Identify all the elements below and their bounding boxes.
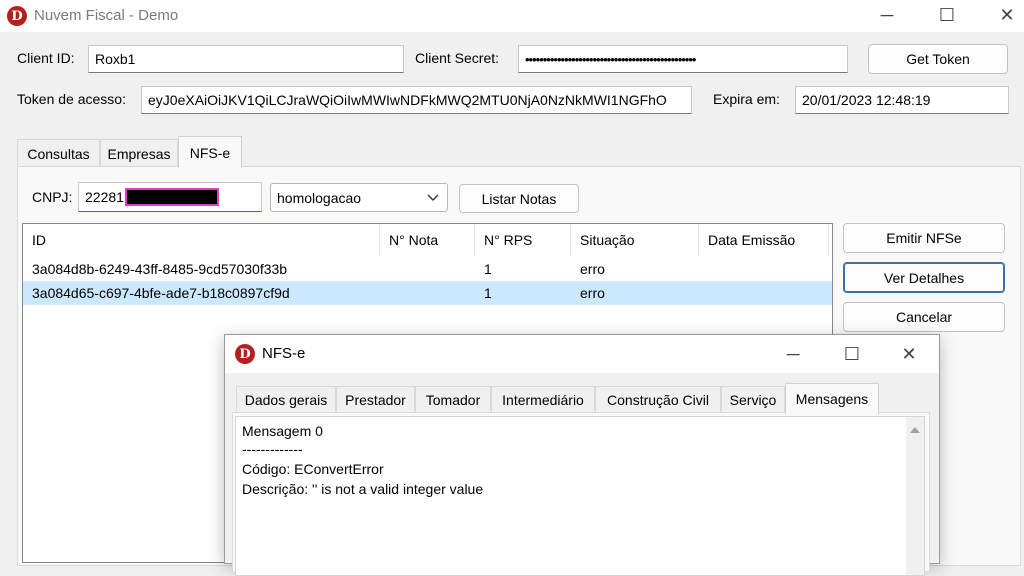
cancel-button[interactable]: Cancelar xyxy=(843,302,1005,332)
tab-construcao-civil[interactable]: Construção Civil xyxy=(595,386,721,413)
tab-tomador[interactable]: Tomador xyxy=(415,386,491,413)
table-row[interactable]: 3a084d8b-6249-43ff-8485-9cd57030f33b 1 e… xyxy=(23,257,832,281)
messages-memo[interactable]: Mensagem 0 ------------- Código: EConver… xyxy=(235,416,925,576)
cell-nota xyxy=(380,257,475,281)
list-notes-button[interactable]: Listar Notas xyxy=(459,184,579,213)
message-line: Código: EConvertError xyxy=(242,461,384,477)
column-header-situacao[interactable]: Situação xyxy=(571,224,699,256)
cell-situacao: erro xyxy=(580,285,605,301)
message-line: Descrição: '' is not a valid integer val… xyxy=(242,481,484,497)
tab-consultas[interactable]: Consultas xyxy=(17,139,100,167)
table-header: ID N° Nota N° RPS Situação Data Emissão xyxy=(23,224,832,256)
dialog-title: NFS-e xyxy=(262,345,306,362)
dialog-maximize-button[interactable]: ☐ xyxy=(829,339,875,369)
tab-mensagens[interactable]: Mensagens xyxy=(785,383,879,414)
cell-nota xyxy=(380,281,475,305)
client-secret-label: Client Secret: xyxy=(415,50,500,66)
tab-nfse[interactable]: NFS-e xyxy=(178,136,242,168)
cell-rps: 1 xyxy=(484,285,492,301)
tab-servico[interactable]: Serviço xyxy=(721,386,785,413)
client-secret-field[interactable]: ••••••••••••••••••••••••••••••••••••••••… xyxy=(518,45,848,73)
cnpj-label: CNPJ: xyxy=(32,189,73,205)
cell-data xyxy=(699,257,829,281)
token-label: Token de acesso: xyxy=(17,91,126,107)
tab-intermediario[interactable]: Intermediário xyxy=(491,386,595,413)
dialog-logo-icon: D xyxy=(235,344,255,364)
view-details-button[interactable]: Ver Detalhes xyxy=(843,262,1005,293)
tab-empresas[interactable]: Empresas xyxy=(100,139,178,167)
redacted-block xyxy=(124,188,219,206)
cnpj-value: 22281 xyxy=(85,189,124,205)
token-field[interactable]: eyJ0eXAiOiJKV1QiLCJraWQiOiIwMWIwNDFkMWQ2… xyxy=(141,86,692,114)
vertical-scrollbar[interactable] xyxy=(906,417,924,575)
column-header-rps[interactable]: N° RPS xyxy=(475,224,571,256)
get-token-button[interactable]: Get Token xyxy=(868,44,1008,74)
cnpj-field[interactable]: 22281 xyxy=(78,182,262,212)
app-logo-icon: D xyxy=(7,6,27,26)
nfse-dialog: D NFS-e ─ ☐ ✕ Dados gerais Prestador Tom… xyxy=(224,334,940,576)
close-button[interactable]: ✕ xyxy=(984,0,1024,30)
dialog-close-button[interactable]: ✕ xyxy=(886,339,932,369)
client-id-label: Client ID: xyxy=(17,50,75,66)
column-header-id[interactable]: ID xyxy=(23,224,380,256)
cell-id: 3a084d8b-6249-43ff-8485-9cd57030f33b xyxy=(32,261,288,277)
message-line: ------------- xyxy=(242,441,303,457)
tab-prestador[interactable]: Prestador xyxy=(336,386,415,413)
maximize-button[interactable]: ☐ xyxy=(924,0,970,30)
window-title: Nuvem Fiscal - Demo xyxy=(34,7,179,24)
emit-nfse-button[interactable]: Emitir NFSe xyxy=(843,223,1005,253)
environment-value: homologacao xyxy=(277,189,362,206)
expires-label: Expira em: xyxy=(713,91,780,107)
cell-id: 3a084d65-c697-4bfe-ade7-b18c0897cf9d xyxy=(32,285,290,301)
client-id-field[interactable]: Roxb1 xyxy=(88,45,404,73)
dialog-minimize-button[interactable]: ─ xyxy=(770,339,816,369)
message-line: Mensagem 0 xyxy=(242,423,323,439)
cell-data xyxy=(699,281,829,305)
dialog-titlebar: D NFS-e ─ ☐ ✕ xyxy=(225,335,939,373)
expires-field[interactable]: 20/01/2023 12:48:19 xyxy=(795,86,1009,114)
tab-dados-gerais[interactable]: Dados gerais xyxy=(236,386,336,413)
cell-rps: 1 xyxy=(484,261,492,277)
minimize-button[interactable]: ─ xyxy=(864,0,910,30)
cell-situacao: erro xyxy=(580,261,605,277)
column-header-nota[interactable]: N° Nota xyxy=(380,224,475,256)
column-header-data[interactable]: Data Emissão xyxy=(699,224,829,256)
table-row-selected[interactable]: 3a084d65-c697-4bfe-ade7-b18c0897cf9d 1 e… xyxy=(23,281,832,305)
scroll-up-arrow-icon[interactable] xyxy=(906,421,924,439)
environment-select[interactable]: homologacao xyxy=(270,183,448,212)
main-titlebar: D Nuvem Fiscal - Demo ─ ☐ ✕ xyxy=(0,0,1024,32)
chevron-down-icon xyxy=(427,194,439,201)
